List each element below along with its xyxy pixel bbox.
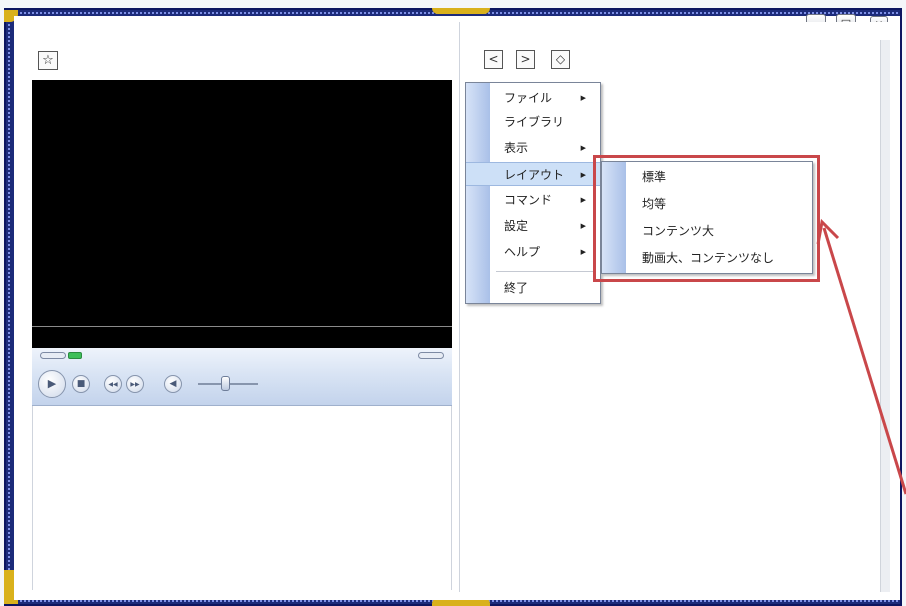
annotation-arrow [816,218,906,495]
screenshot-stage: _ □ × ☆ ▶ ■ ◀◀ ▶▶ ◀ < > ◇ ファイル ▶ ライブラリ 表… [0,0,906,606]
annotation-arrow-shaft [822,227,906,495]
